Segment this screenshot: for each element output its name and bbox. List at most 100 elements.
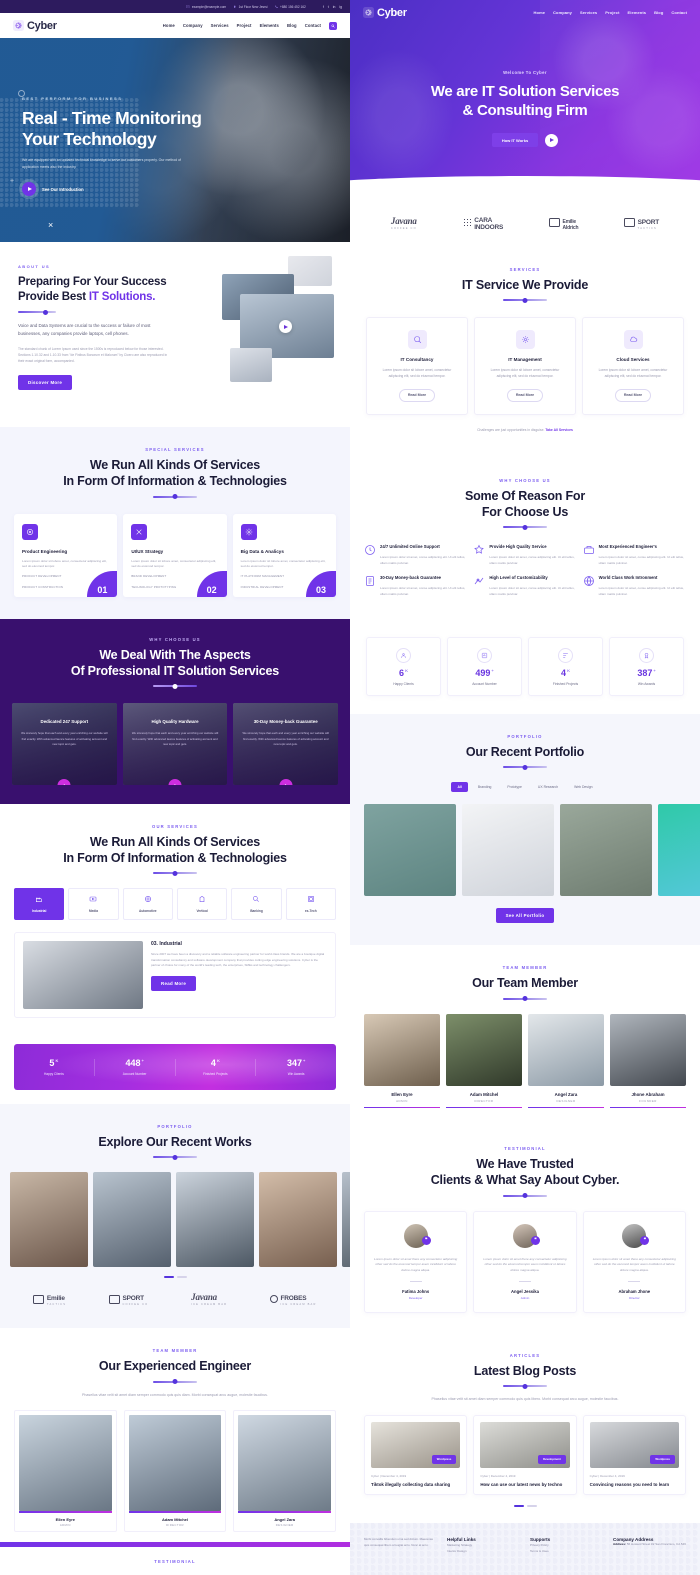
works-image[interactable] — [342, 1172, 350, 1268]
about-play-button[interactable] — [279, 320, 292, 333]
footer-link[interactable]: Terms & Uses — [530, 1548, 603, 1554]
team-member[interactable]: Ellen Eyre ADMIN — [364, 1013, 440, 1109]
facebook-icon[interactable]: f — [323, 5, 324, 9]
service-card-text: Lorem ipsum dolor sit lobore amet, conse… — [490, 368, 560, 379]
blog-date: December 4, 2019 — [381, 1473, 407, 1478]
portfolio-filter-branding[interactable]: Branding — [472, 782, 498, 792]
blog-card[interactable]: Development Cyber | December 4, 2019 How… — [473, 1414, 577, 1496]
engineer-photo — [128, 1414, 222, 1511]
twitter-icon[interactable]: t — [328, 5, 329, 9]
engineer-card[interactable]: Ellen Eyre ADMIN — [14, 1409, 117, 1533]
portfolio-image[interactable] — [560, 804, 652, 897]
engineer-card[interactable]: Adam Mitchel DIRECTOR — [123, 1409, 227, 1533]
works-image[interactable] — [93, 1172, 171, 1268]
tab-extech[interactable]: ex-Tech — [285, 888, 336, 920]
special-card[interactable]: Product Engineering Lorem ipsum dolor si… — [14, 513, 118, 597]
nav-item-home[interactable]: Home — [163, 23, 175, 28]
engineer-card[interactable]: Angel Zara DESIGNER — [233, 1409, 337, 1533]
tab-automotive[interactable]: Automotive — [122, 888, 173, 920]
gradient-counter-number: 448+ — [95, 1058, 175, 1068]
cloud-icon — [623, 330, 643, 350]
discover-more-button[interactable]: Discover More — [18, 374, 73, 390]
arrow-right-icon[interactable]: › — [168, 779, 182, 785]
blog-tag[interactable]: Wordpress — [650, 1454, 675, 1464]
data-icon — [240, 523, 257, 540]
nav-item-contact[interactable]: Contact — [671, 10, 687, 15]
blog-card[interactable]: Wordpress Cyber | December 4, 2019 Convi… — [582, 1414, 686, 1496]
portfolio-filter-all[interactable]: All — [451, 782, 468, 793]
brand-text: Javana ICE CREAM BAR — [191, 1292, 227, 1307]
works-dot[interactable] — [176, 1276, 187, 1279]
page-root: example@example.com 1st Floor New Jesrsi… — [0, 0, 700, 1575]
team-member[interactable]: Jhone Abraham FOUNDER — [610, 1013, 686, 1109]
arrow-right-icon[interactable]: › — [57, 779, 71, 785]
portfolio-image[interactable] — [658, 804, 700, 897]
works-image[interactable] — [259, 1172, 337, 1268]
service-card-consultancy[interactable]: IT Consultancy Lorem ipsum dolor sit lob… — [366, 317, 468, 415]
nav-item-contact[interactable]: Contact — [305, 23, 321, 28]
portfolio-image[interactable] — [462, 804, 554, 897]
works-image[interactable] — [176, 1172, 254, 1268]
nav-item-services[interactable]: Services — [580, 10, 597, 15]
nav-item-company[interactable]: Company — [183, 23, 203, 28]
counter-value: 499 — [475, 668, 491, 679]
nav-item-project[interactable]: Project — [605, 10, 619, 15]
topbar-address[interactable]: 1st Floor New Jesrsi — [233, 5, 268, 9]
blog-dot[interactable] — [526, 1505, 537, 1508]
topbar-phone[interactable]: +880 156 452 162 — [274, 5, 306, 9]
topbar-email[interactable]: example@example.com — [186, 5, 226, 9]
team-member[interactable]: Adam Mitchel DIRECTOR — [446, 1013, 522, 1109]
play-icon[interactable] — [545, 133, 559, 147]
take-all-services-link[interactable]: Take All Services — [545, 428, 573, 432]
special-card[interactable]: UI/UX Strategy Lorem ipsum dolor sit lob… — [123, 513, 227, 597]
nav-item-project[interactable]: Project — [237, 23, 252, 28]
nav-item-blog[interactable]: Blog — [654, 10, 663, 15]
nav-item-elements[interactable]: Elements — [260, 23, 279, 28]
works-image[interactable] — [10, 1172, 88, 1268]
play-icon[interactable] — [22, 182, 36, 197]
counter-value: 387 — [637, 668, 653, 679]
how-it-works-button[interactable]: How IT Works — [491, 133, 539, 148]
nav-item-elements[interactable]: Elements — [628, 10, 647, 15]
search-button[interactable] — [329, 21, 337, 30]
brand-sport-coffee: SPORT COFFEE CO — [108, 1292, 148, 1306]
see-all-portfolio-button[interactable]: See All Portfolio — [495, 908, 555, 924]
tab-media[interactable]: Media — [68, 888, 119, 920]
close-icon[interactable]: × — [48, 220, 53, 230]
arrow-right-icon[interactable]: › — [279, 779, 293, 785]
read-more-button[interactable]: Read More — [614, 388, 652, 402]
logo-right[interactable]: Cyber — [363, 7, 407, 19]
linkedin-icon[interactable]: in — [333, 5, 336, 9]
special-card[interactable]: Big Data & Analicys Lorem ipsum dolor si… — [232, 513, 336, 597]
service-card-cloud[interactable]: Cloud Services Lorem ipsum dolor sit lob… — [582, 317, 684, 415]
nav-item-company[interactable]: Company — [553, 10, 572, 15]
nav-item-services[interactable]: Services — [211, 23, 229, 28]
blog-tag[interactable]: Wordpress — [431, 1454, 457, 1464]
aspects-card[interactable]: 30-Day Money-back Guarantee We sincerely… — [233, 703, 339, 785]
read-more-button[interactable]: Read More — [506, 388, 544, 402]
read-more-button[interactable]: Read More — [398, 388, 436, 402]
portfolio-image[interactable] — [364, 804, 456, 897]
works-dot-active[interactable] — [163, 1276, 174, 1279]
service-card-management[interactable]: IT Management Lorem ipsum dolor sit lobo… — [474, 317, 576, 415]
hero-left-cta[interactable]: See Our Introduction — [22, 182, 242, 197]
instagram-icon[interactable]: ig — [339, 5, 342, 9]
nav-item-home[interactable]: Home — [534, 10, 546, 15]
blog-dot-active[interactable] — [513, 1505, 524, 1508]
nav-item-blog[interactable]: Blog — [287, 23, 297, 28]
tab-banking[interactable]: Banking — [231, 888, 282, 920]
aspects-card[interactable]: Dedicated 247 Support We sincerely hope … — [12, 703, 117, 785]
tab-industrial[interactable]: Industrial — [14, 888, 65, 920]
portfolio-filter-prototype[interactable]: Prototype — [501, 782, 528, 792]
footer: Morbi convallis bibendum urna sed dictum… — [350, 1523, 700, 1575]
blog-card[interactable]: Wordpress Cyber | December 4, 2019 Tikto… — [364, 1414, 468, 1496]
tab-vertical[interactable]: Vertical — [176, 888, 228, 920]
footer-link[interactable]: Interior Design — [447, 1548, 520, 1554]
team-member[interactable]: Angel Zara DESIGNER — [528, 1013, 604, 1109]
aspects-card[interactable]: High Quality Hardware We sincerely hope … — [122, 703, 228, 785]
portfolio-filter-ux-research[interactable]: UX Research — [532, 782, 564, 792]
logo[interactable]: Cyber — [13, 20, 57, 32]
portfolio-filter-web-design[interactable]: Web Design — [568, 782, 598, 792]
tab-pane-button[interactable]: Read More — [151, 975, 197, 991]
blog-tag[interactable]: Development — [538, 1454, 566, 1464]
